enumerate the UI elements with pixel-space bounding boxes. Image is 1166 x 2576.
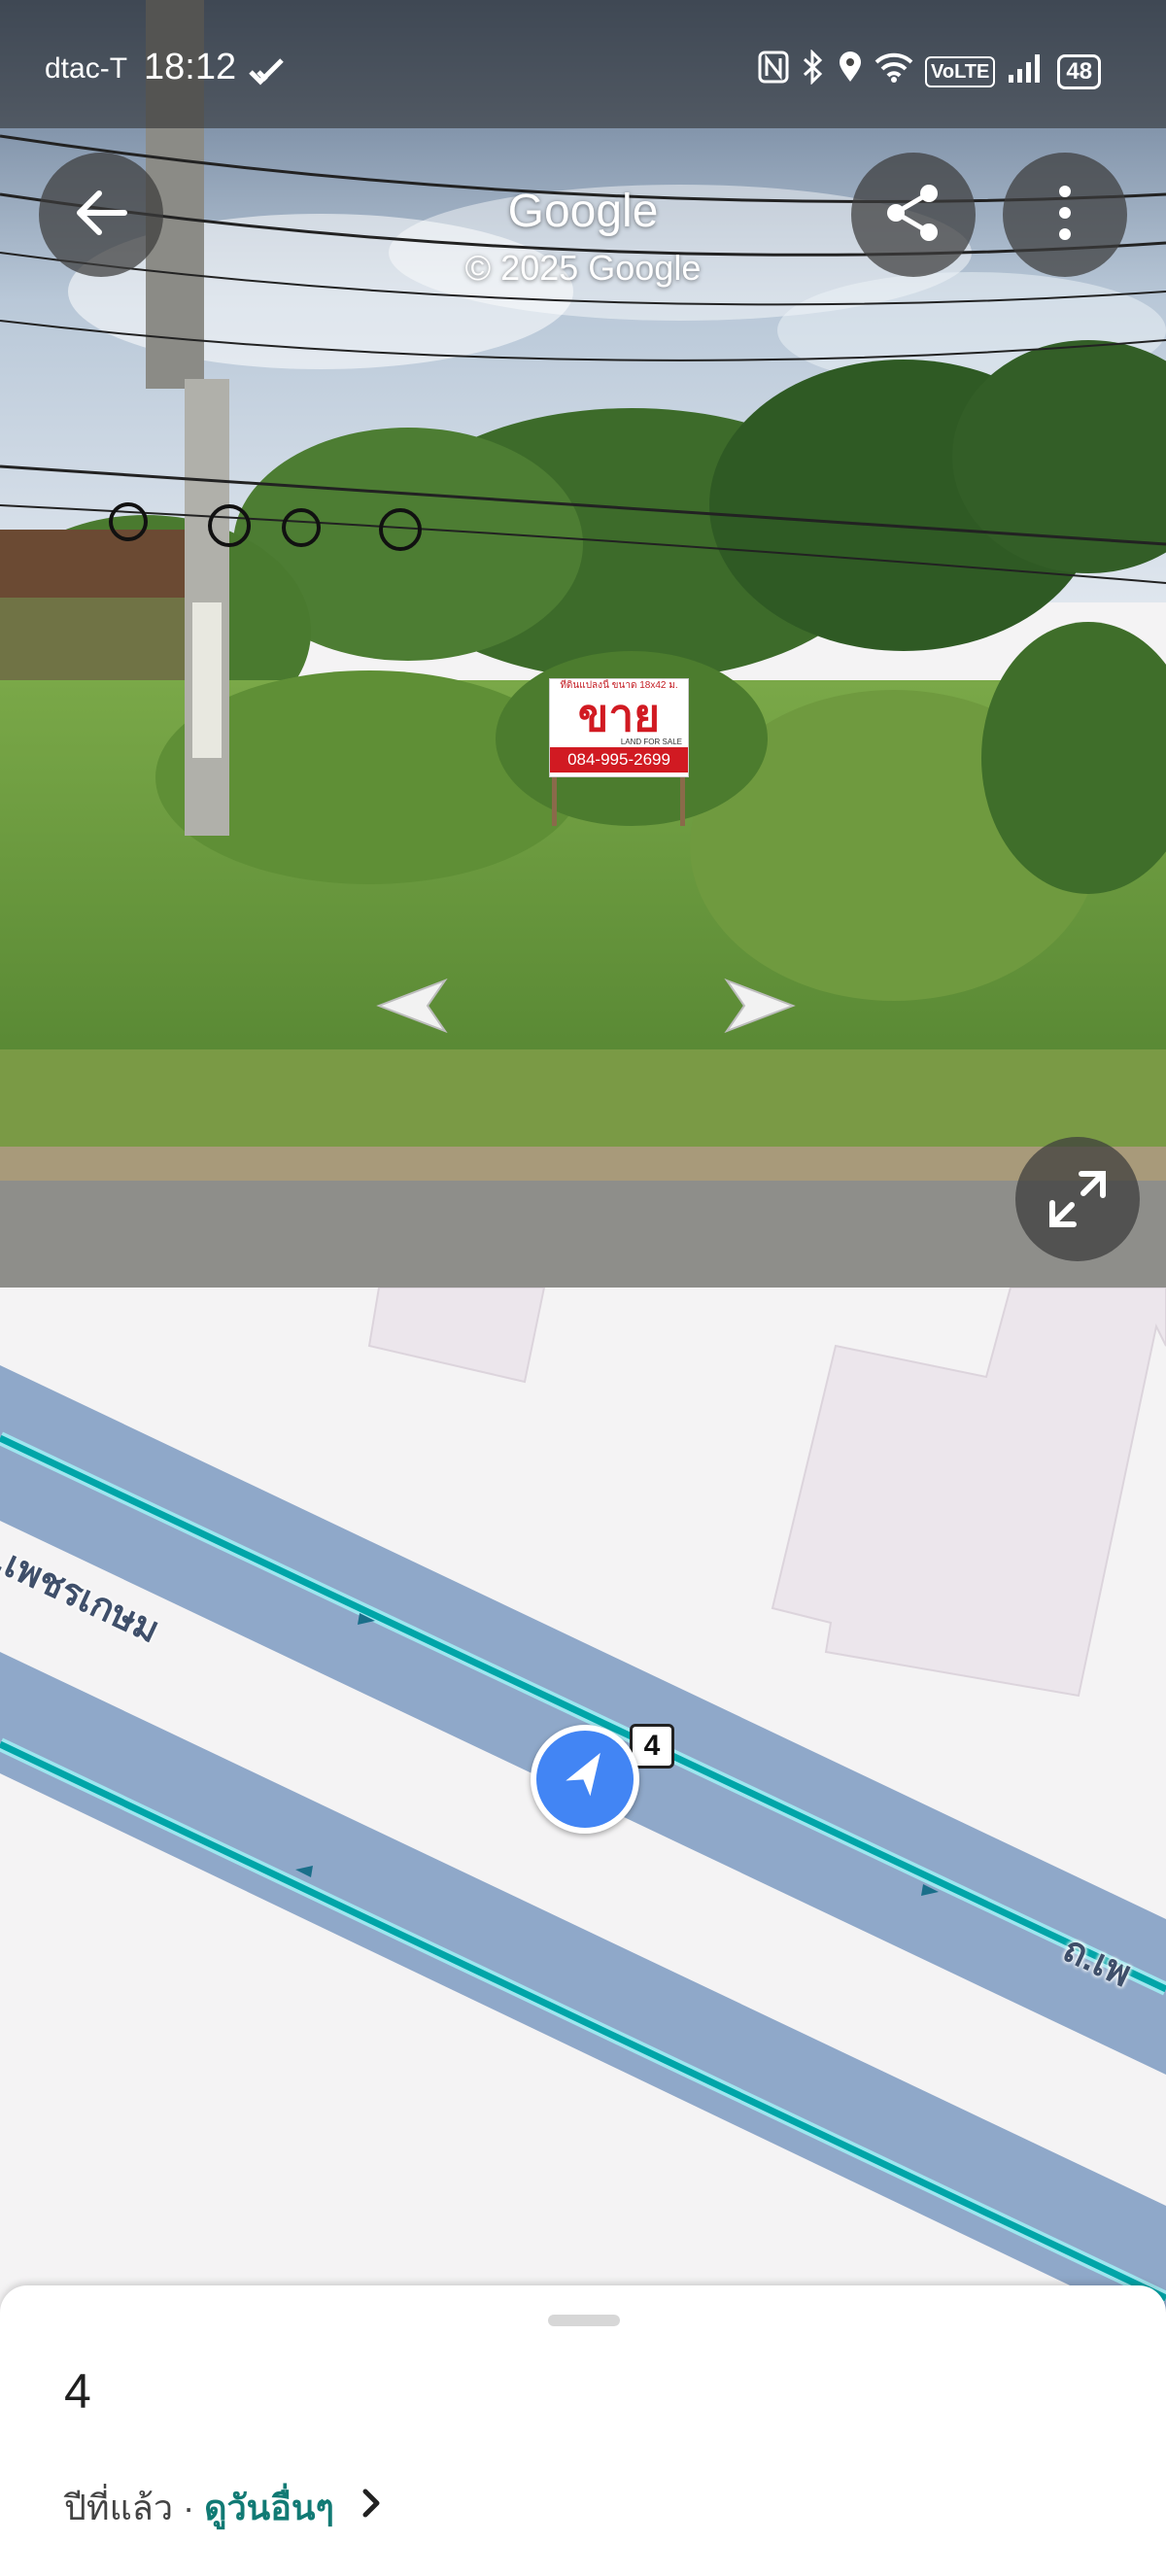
checkmark-badge-icon [249,56,284,90]
sign-phone: 084-995-2699 [550,747,688,773]
chevron-right-icon[interactable] [360,2486,383,2529]
building-2 [771,1288,1166,1698]
date-selector-row[interactable]: ปีที่แล้ว · ดูวันอื่นๆ [64,2480,383,2535]
for-sale-sign: ที่ดินแปลงนี้ ขนาด 18x42 ม. ขาย LAND FOR… [549,678,689,777]
nav-arrow-right-icon[interactable] [719,977,812,1035]
navigation-arrow-icon [558,1750,612,1809]
share-button[interactable] [851,153,976,277]
header-title-block: Google © 2025 Google [369,185,797,289]
copyright-text: © 2025 Google [464,248,702,288]
bottom-sheet[interactable]: 4 ปีที่แล้ว · ดูวันอื่นๆ [0,2285,1166,2576]
bluetooth-icon [801,48,826,95]
expand-icon [1046,1168,1109,1230]
wifi-icon [874,52,913,93]
drag-handle[interactable] [548,2315,620,2326]
volte-icon: VoLTE [925,56,996,87]
status-icons: VoLTE 48 [758,48,1102,94]
page-title: Google [507,186,659,237]
share-icon [882,182,944,249]
sheet-title: 4 [64,2364,91,2419]
back-button[interactable] [39,153,163,277]
sign-main-text: ขาย [577,690,661,740]
current-location-marker[interactable] [531,1725,639,1834]
location-icon [838,51,863,94]
signal-icon [1007,52,1046,93]
status-bar: dtac-T 18:12 VoLTE 48 [0,0,1166,128]
capture-date-text: ปีที่แล้ว · [64,2488,205,2527]
clock: 18:12 [144,47,237,87]
more-vert-icon [1055,184,1075,247]
building-1 [367,1288,546,1384]
nav-arrow-left-icon[interactable] [360,977,453,1035]
nfc-icon [758,51,789,94]
carrier-label: dtac-T [45,52,128,85]
more-options-button[interactable] [1003,153,1127,277]
see-other-dates-link[interactable]: ดูวันอื่นๆ [204,2480,334,2535]
battery-icon: 48 [1057,54,1102,89]
back-arrow-icon [72,184,130,247]
fullscreen-button[interactable] [1015,1137,1140,1261]
map-view[interactable]: ถ.เพชรเกษม ถ.เพ 4 [0,1288,1166,2318]
